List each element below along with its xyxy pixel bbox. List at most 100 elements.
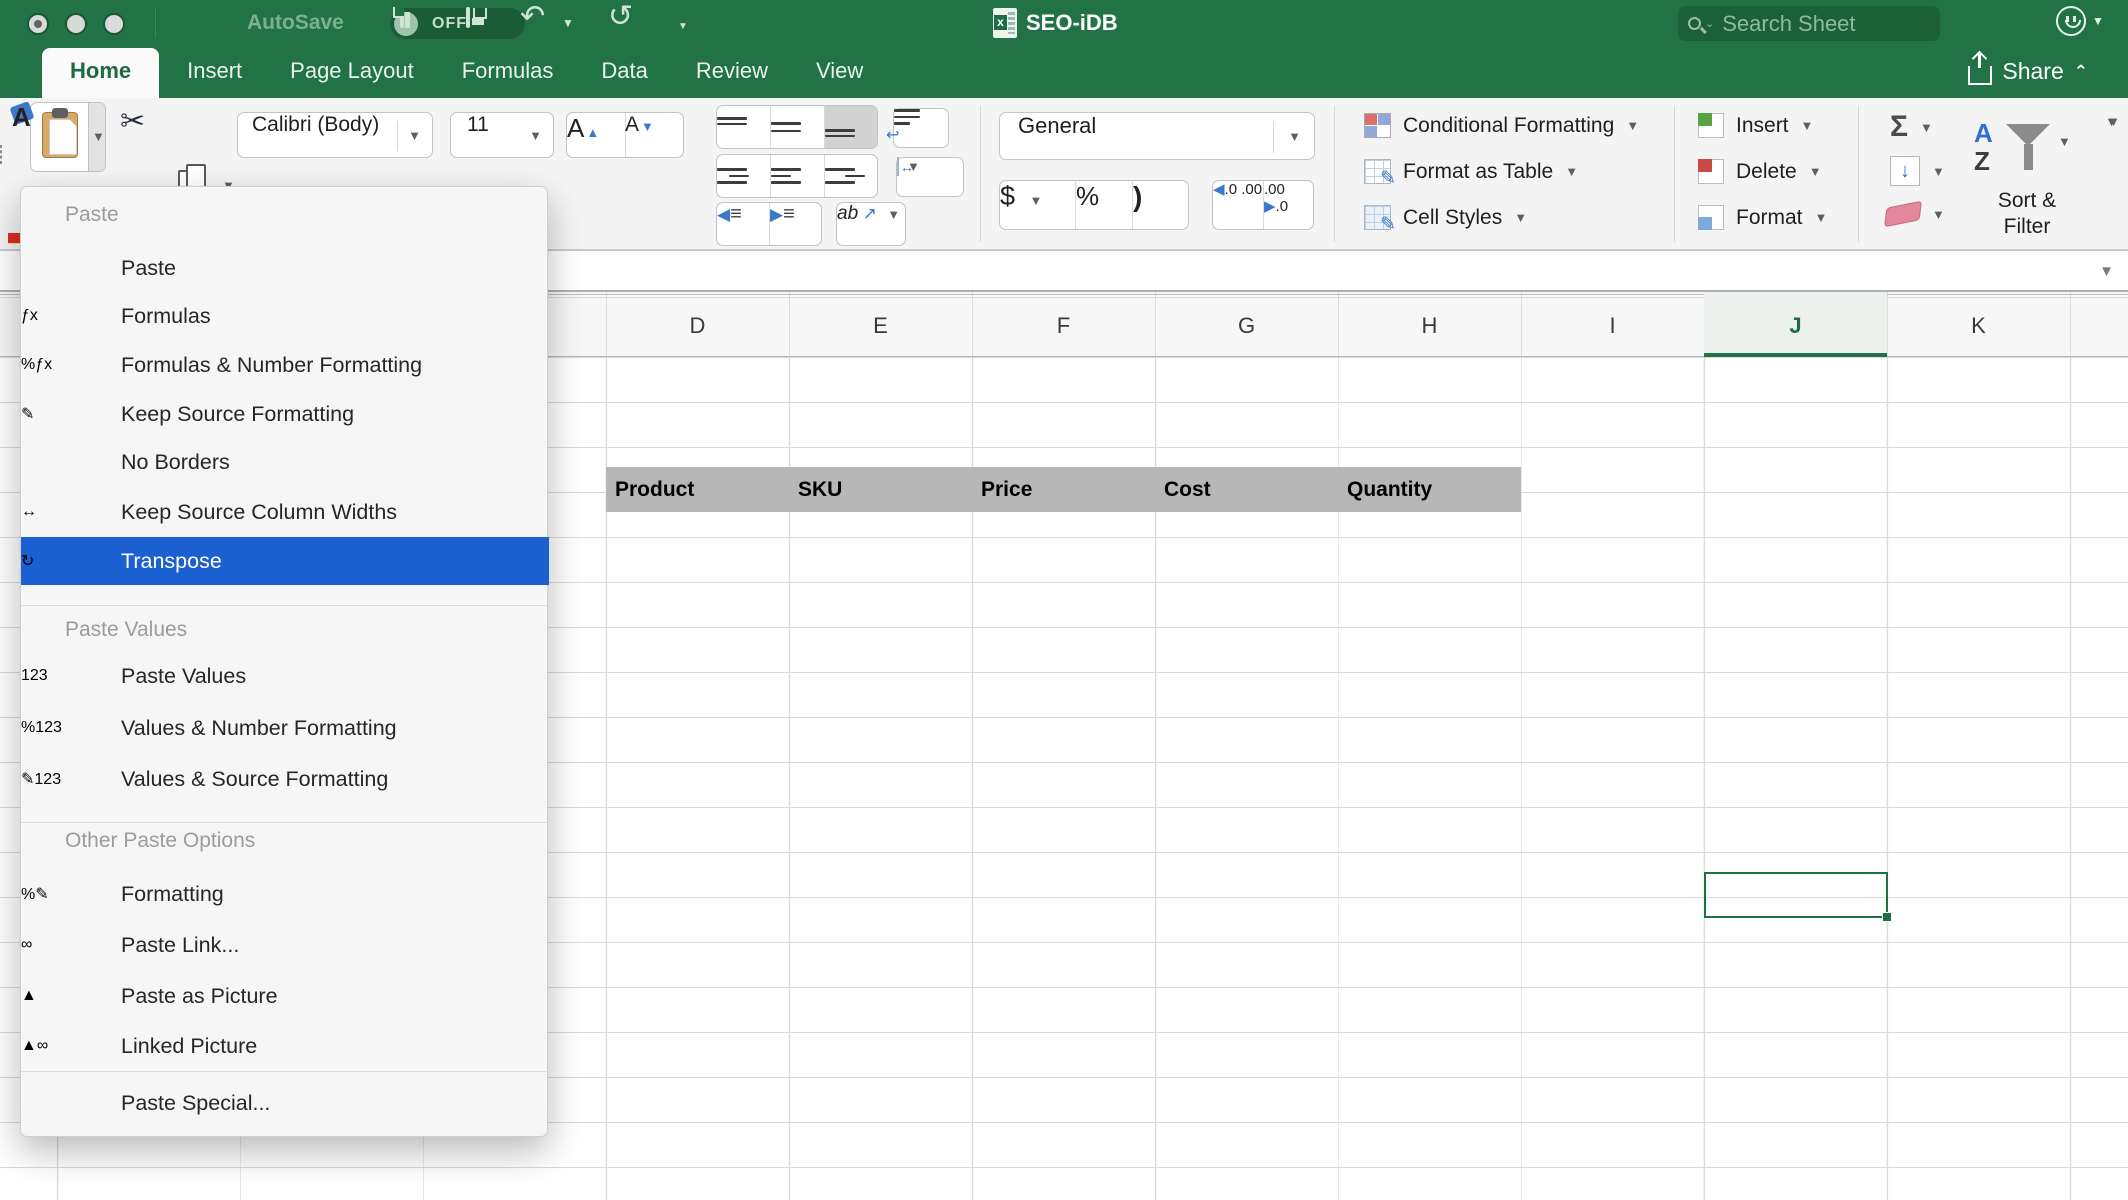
column-header-i[interactable]: I xyxy=(1521,292,1704,357)
header-cell-sku[interactable]: SKU xyxy=(789,467,972,512)
cell-styles-button[interactable]: ✎ Cell Styles▼ xyxy=(1364,205,1527,230)
share-button[interactable]: Share ⌃ xyxy=(1968,58,2088,85)
tab-review[interactable]: Review xyxy=(694,48,770,98)
menu-item-keep-source-formatting[interactable]: ✎Keep Source Formatting xyxy=(21,390,549,438)
number-format-dropdown-icon[interactable]: ▼ xyxy=(1288,129,1301,144)
sort-filter-button[interactable]: A Z ▼ Sort & Filter xyxy=(1962,116,2092,246)
undo-dropdown-icon[interactable]: ▼ xyxy=(562,16,574,30)
increase-indent-button[interactable]: ▶≡ xyxy=(770,203,821,245)
header-cell-product[interactable]: Product xyxy=(606,467,789,512)
close-window-button[interactable] xyxy=(27,13,49,35)
align-top-button[interactable] xyxy=(717,106,771,148)
menu-item-formulas[interactable]: ƒxFormulas xyxy=(21,292,549,340)
sort-filter-dropdown-icon[interactable]: ▼ xyxy=(2058,134,2071,149)
formula-bar-expand-icon[interactable]: ▼ xyxy=(2099,263,2114,280)
header-cell-quantity[interactable]: Quantity xyxy=(1338,467,1521,512)
increase-decimal-button[interactable]: .00 ▶.0 xyxy=(1264,181,1313,229)
menu-item-formulas-number-formatting[interactable]: %ƒxFormulas & Number Formatting xyxy=(21,341,549,389)
menu-item-transpose[interactable]: ↻Transpose xyxy=(21,537,549,585)
number-format-select[interactable]: General ▼ xyxy=(999,112,1315,160)
text-orientation-button[interactable]: ab ↗ ▼ xyxy=(836,202,906,246)
font-size-dropdown-icon[interactable]: ▼ xyxy=(529,128,542,143)
menu-item-linked-picture[interactable]: ▲∞Linked Picture xyxy=(21,1022,549,1070)
align-left-button[interactable] xyxy=(717,155,771,197)
merge-cells-button[interactable]: ↔ ▼ xyxy=(896,157,964,197)
paste-button[interactable]: ▼ xyxy=(30,102,106,172)
conditional-formatting-button[interactable]: Conditional Formatting▼ xyxy=(1364,113,1639,138)
format-cells-button[interactable]: Format▼ xyxy=(1698,205,1827,230)
tab-home[interactable]: Home xyxy=(42,48,159,98)
cut-icon[interactable]: ✂ xyxy=(120,104,145,139)
header-cell-cost[interactable]: Cost xyxy=(1155,467,1338,512)
comma-format-button[interactable]: ) xyxy=(1133,181,1188,229)
selected-cell[interactable] xyxy=(1704,872,1888,918)
font-family-select[interactable]: Calibri (Body) ▼ xyxy=(237,112,433,158)
column-header-d[interactable]: D xyxy=(606,292,789,357)
font-family-dropdown-icon[interactable]: ▼ xyxy=(408,128,421,143)
clear-button[interactable]: ▼ xyxy=(1886,204,1945,224)
tab-formulas[interactable]: Formulas xyxy=(460,48,556,98)
save-icon[interactable] xyxy=(466,9,470,27)
currency-format-button[interactable]: $ ▼ xyxy=(1000,181,1076,229)
share-label: Share xyxy=(2002,58,2063,85)
font-size-select[interactable]: 11 ▼ xyxy=(450,112,554,158)
column-header-k[interactable]: K xyxy=(1887,292,2070,357)
menu-item-paste-special[interactable]: Paste Special... xyxy=(21,1079,549,1127)
menu-item-paste[interactable]: Paste xyxy=(21,244,549,292)
zoom-window-button[interactable] xyxy=(103,13,125,35)
orientation-dropdown-icon[interactable]: ▼ xyxy=(887,207,900,222)
menu-item-paste-values[interactable]: 123Paste Values xyxy=(21,652,549,700)
redo-icon[interactable]: ↺ xyxy=(608,4,633,30)
menu-item-values-source-formatting[interactable]: ✎123Values & Source Formatting xyxy=(21,755,549,803)
column-header-e[interactable]: E xyxy=(789,292,972,357)
fill-button[interactable]: ↓ ▼ xyxy=(1890,156,1945,186)
align-bottom-button[interactable] xyxy=(825,106,877,148)
menu-item-paste-as-picture[interactable]: ▲Paste as Picture xyxy=(21,972,549,1020)
align-right-button[interactable] xyxy=(825,155,877,197)
search-scope-chevron-icon[interactable]: ⌄ xyxy=(1705,17,1714,30)
tab-view[interactable]: View xyxy=(814,48,865,98)
feedback-dropdown-icon[interactable]: ▼ xyxy=(2092,14,2104,28)
fill-handle[interactable] xyxy=(1882,912,1892,922)
increase-font-button[interactable]: A▲ xyxy=(567,113,626,157)
minimize-window-button[interactable] xyxy=(65,13,87,35)
delete-cells-button[interactable]: Delete▼ xyxy=(1698,159,1822,184)
feedback-button[interactable]: ▼ xyxy=(2056,6,2104,36)
new-workbook-icon[interactable] xyxy=(400,9,404,27)
menu-item-no-borders[interactable]: No Borders xyxy=(21,438,549,486)
column-header-j[interactable]: J xyxy=(1704,292,1887,357)
tab-page-layout[interactable]: Page Layout xyxy=(288,48,416,98)
autosum-dropdown-icon[interactable]: ▼ xyxy=(1920,120,1933,135)
column-header-f[interactable]: F xyxy=(972,292,1155,357)
tab-insert[interactable]: Insert xyxy=(185,48,244,98)
menu-item-keep-source-column-widths[interactable]: ↔Keep Source Column Widths xyxy=(21,488,549,536)
currency-dropdown-icon[interactable]: ▼ xyxy=(1029,193,1042,208)
wrap-text-button[interactable]: ↩ xyxy=(893,108,949,148)
column-header-g[interactable]: G xyxy=(1155,292,1338,357)
align-center-button[interactable] xyxy=(771,155,825,197)
table-header-row[interactable]: ProductSKUPriceCostQuantity xyxy=(606,467,1521,512)
autosum-button[interactable]: Σ ▼ xyxy=(1890,110,1933,144)
insert-cells-button[interactable]: Insert▼ xyxy=(1698,113,1813,138)
format-as-table-button[interactable]: ✎ Format as Table▼ xyxy=(1364,159,1578,184)
menu-item-paste-link[interactable]: ∞Paste Link... xyxy=(21,921,549,969)
undo-icon[interactable]: ↶ xyxy=(520,4,545,30)
paste-dropdown-strip[interactable]: ▼ xyxy=(88,103,105,171)
autosave-toggle[interactable]: OFF xyxy=(390,8,525,39)
collapse-ribbon-chevron-icon[interactable]: ⌃ xyxy=(2074,62,2088,82)
font-color-dropdown-icon[interactable]: ▼ xyxy=(2107,114,2120,129)
clear-dropdown-icon[interactable]: ▼ xyxy=(1932,207,1945,222)
menu-item-formatting[interactable]: %✎Formatting xyxy=(21,870,549,918)
decrease-decimal-button[interactable]: ◀.0 .00 xyxy=(1213,181,1264,229)
search-input[interactable]: ⌄ Search Sheet xyxy=(1678,6,1940,41)
column-header-h[interactable]: H xyxy=(1338,292,1521,357)
align-middle-button[interactable] xyxy=(771,106,825,148)
menu-item-values-number-formatting[interactable]: %123Values & Number Formatting xyxy=(21,704,549,752)
fill-dropdown-icon[interactable]: ▼ xyxy=(1932,164,1945,179)
percent-format-button[interactable]: % xyxy=(1076,181,1133,229)
decrease-font-button[interactable]: A▼ xyxy=(625,113,683,157)
decrease-indent-button[interactable]: ◀≡ xyxy=(717,203,770,245)
tab-data[interactable]: Data xyxy=(599,48,649,98)
row-header-19[interactable]: 19 xyxy=(0,1187,56,1200)
header-cell-price[interactable]: Price xyxy=(972,467,1155,512)
